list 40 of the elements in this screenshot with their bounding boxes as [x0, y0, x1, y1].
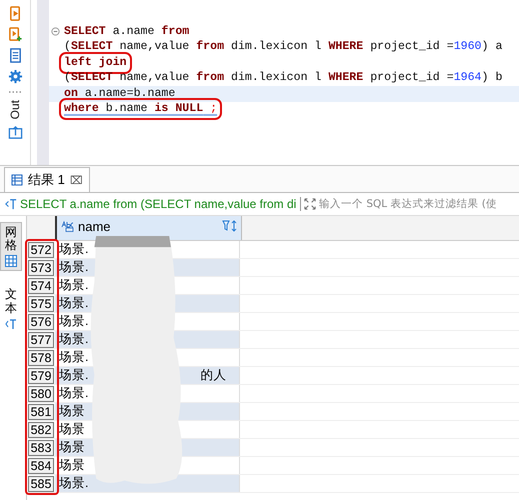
filter-field[interactable]: 输入一个 SQL 表达式来过滤结果 (使 [319, 198, 519, 210]
row-number[interactable]: 574 [28, 278, 54, 294]
new-script-icon[interactable] [8, 27, 22, 42]
column-header[interactable]: name [57, 216, 242, 240]
code-line: (SELECT name,value from dim.lexicon l WHERE project_id =1964) b [63, 71, 504, 86]
view-tab[interactable]: 文本 [0, 285, 22, 333]
row-number[interactable]: 575 [28, 296, 54, 312]
code-line: SELECT a.name from [63, 24, 190, 39]
code-line: on a.name=b.name [63, 86, 176, 101]
row-number[interactable]: 584 [28, 458, 54, 474]
query-text: SELECT a.name from (SELECT name,value from di [20, 197, 301, 211]
row-number[interactable]: 572 [28, 242, 54, 258]
document-icon[interactable] [8, 48, 22, 63]
expand-icon[interactable] [304, 198, 316, 210]
row-number[interactable]: 573 [28, 260, 54, 276]
view-tab[interactable]: 网格 [0, 222, 22, 272]
filter-sort-icon[interactable] [222, 220, 238, 232]
row-number[interactable]: 580 [28, 386, 54, 402]
row-number[interactable]: 577 [28, 332, 54, 348]
row-number[interactable]: 579 [28, 368, 54, 384]
row-number[interactable]: 583 [28, 440, 54, 456]
row-number[interactable]: 585 [28, 476, 54, 492]
fold-icon[interactable] [51, 27, 60, 36]
settings-icon[interactable] [8, 69, 22, 84]
sql-icon [5, 198, 17, 210]
results-tab[interactable]: 结果 1 ⌧ [4, 167, 90, 192]
grid-icon [5, 255, 17, 268]
row-number[interactable]: 582 [28, 422, 54, 438]
run-script-icon[interactable] [8, 6, 22, 21]
row-number[interactable]: 578 [28, 350, 54, 366]
close-icon[interactable]: ⌧ [70, 174, 83, 186]
string-type-icon [61, 220, 75, 232]
more-icon[interactable] [8, 90, 22, 94]
output-tab[interactable]: Out [8, 100, 22, 120]
row-number[interactable]: 576 [28, 314, 54, 330]
code-line: (SELECT name,value from dim.lexicon l WHERE project_id =1960) a [63, 40, 504, 54]
text-icon [5, 318, 17, 330]
table-icon [11, 174, 23, 186]
export-icon[interactable] [8, 125, 22, 140]
row-number[interactable]: 581 [28, 404, 54, 420]
